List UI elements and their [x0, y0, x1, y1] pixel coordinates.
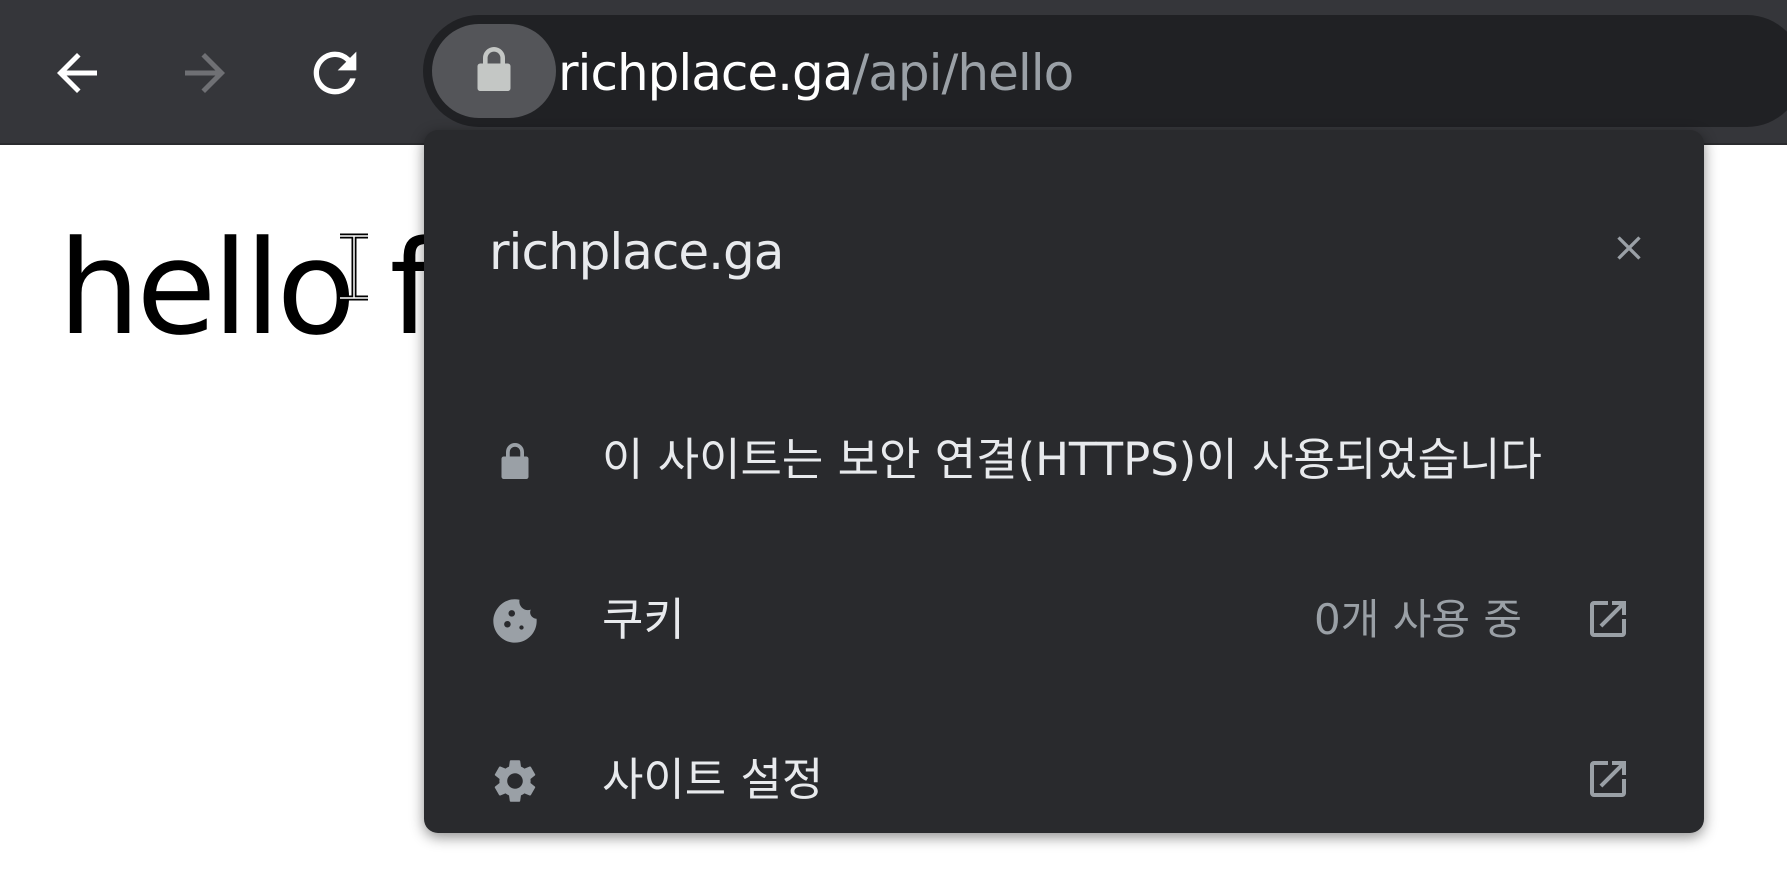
lock-icon [472, 45, 516, 97]
lock-icon [489, 435, 541, 487]
back-button[interactable] [32, 30, 122, 120]
cookies-count: 0개 사용 중 [1314, 595, 1522, 644]
close-button[interactable] [1584, 210, 1674, 290]
forward-button[interactable] [160, 30, 250, 120]
reload-icon [303, 41, 367, 109]
text-cursor-icon [334, 232, 374, 302]
arrow-right-icon [175, 43, 235, 107]
connection-security-label: 이 사이트는 보안 연결(HTTPS)이 사용되었습니다 [602, 433, 1542, 486]
arrow-left-icon [47, 43, 107, 107]
close-icon [1609, 228, 1649, 272]
url-path: /api/hello [852, 44, 1074, 102]
site-info-popup: richplace.ga 이 사이트는 보안 연결(HTTPS)이 사용되었습니… [424, 130, 1704, 833]
gear-icon [489, 755, 541, 807]
connection-security-row[interactable]: 이 사이트는 보안 연결(HTTPS)이 사용되었습니다 [424, 385, 1704, 535]
cookies-row[interactable]: 쿠키 0개 사용 중 [424, 545, 1704, 695]
url-text[interactable]: richplace.ga/api/hello [558, 38, 1074, 108]
url-host: richplace.ga [558, 44, 853, 102]
reload-button[interactable] [290, 30, 380, 120]
site-settings-label: 사이트 설정 [602, 753, 824, 806]
open-in-new-icon [1582, 593, 1634, 645]
cookie-icon [489, 595, 541, 647]
open-in-new-icon [1582, 753, 1634, 805]
site-info-button[interactable] [432, 24, 556, 118]
page-body-text: hello f [58, 212, 435, 364]
site-settings-row[interactable]: 사이트 설정 [424, 705, 1704, 833]
popup-title: richplace.ga [489, 223, 784, 281]
cookies-label: 쿠키 [602, 593, 685, 646]
